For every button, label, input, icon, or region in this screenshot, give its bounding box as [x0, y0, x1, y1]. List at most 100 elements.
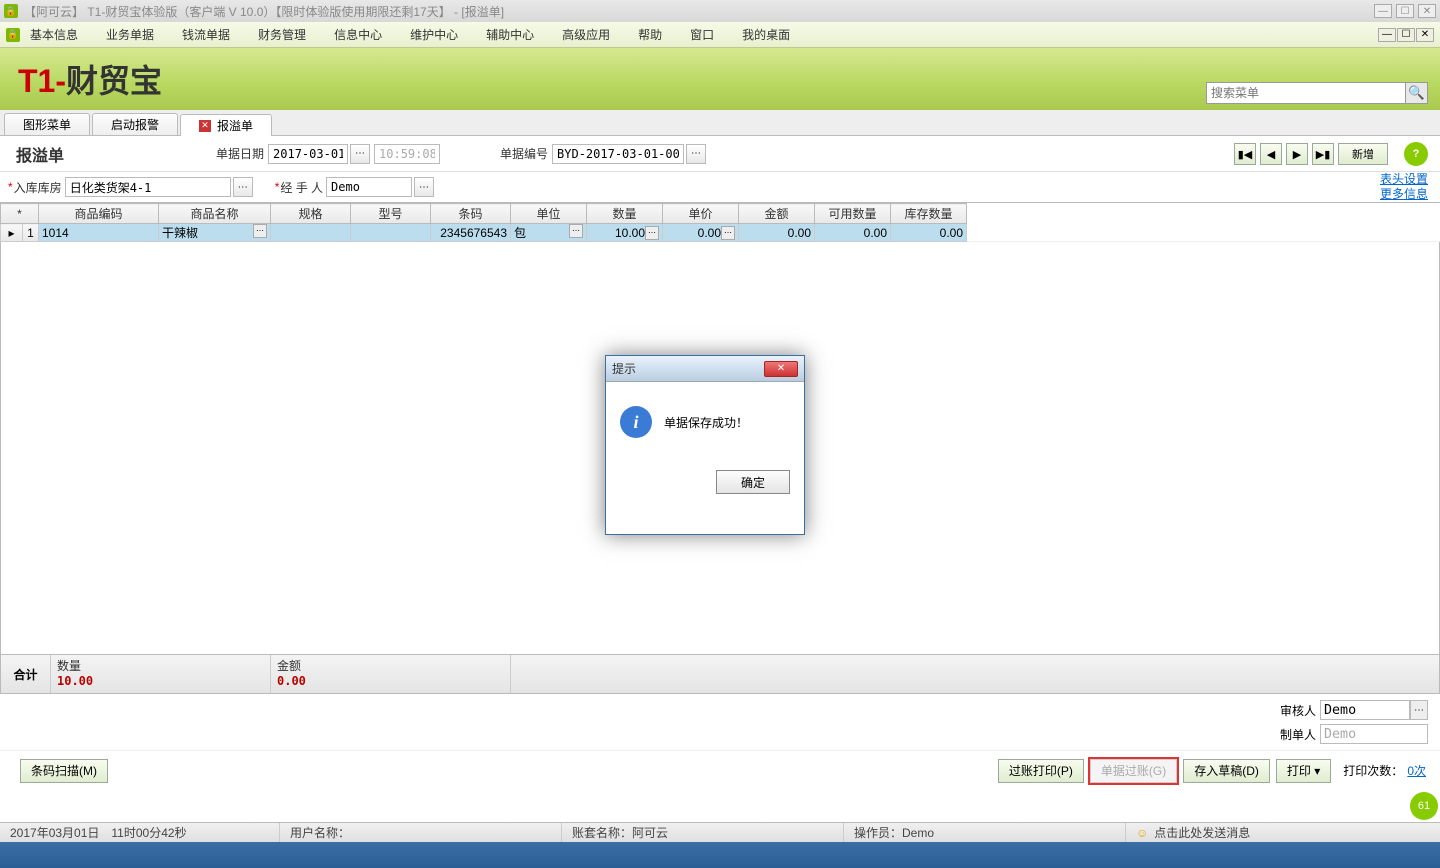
menu-desktop[interactable]: 我的桌面	[742, 26, 790, 43]
time-field[interactable]	[374, 144, 440, 164]
cell-unit[interactable]: 包⋯	[511, 224, 587, 242]
col-code[interactable]: 商品编码	[39, 204, 159, 224]
menu-assist[interactable]: 辅助中心	[486, 26, 534, 43]
status-account: 账套名称：阿可云	[562, 823, 844, 842]
warehouse-field[interactable]	[65, 177, 231, 197]
maker-label: 制单人	[1270, 726, 1316, 743]
cell-name[interactable]: 干辣椒⋯	[159, 224, 271, 242]
print-count-link[interactable]: 0次	[1407, 762, 1426, 779]
docno-field[interactable]	[552, 144, 684, 164]
status-message[interactable]: 点击此处发送消息	[1126, 823, 1440, 842]
menu-advanced[interactable]: 高级应用	[562, 26, 610, 43]
cell-qty[interactable]: 10.00⋯	[587, 224, 663, 242]
post-button[interactable]: 单据过账(G)	[1090, 759, 1177, 783]
docno-lookup-button[interactable]: ⋯	[686, 144, 706, 164]
col-avail[interactable]: 可用数量	[815, 204, 891, 224]
lock-icon: 🔒	[4, 4, 18, 18]
menu-info[interactable]: 信息中心	[334, 26, 382, 43]
reviewer-field[interactable]	[1320, 700, 1410, 720]
menu-finance[interactable]: 财务管理	[258, 26, 306, 43]
ellipsis-icon[interactable]: ⋯	[645, 226, 659, 240]
cell-price[interactable]: 0.00⋯	[663, 224, 739, 242]
col-amount[interactable]: 金额	[739, 204, 815, 224]
col-stock[interactable]: 库存数量	[891, 204, 967, 224]
save-draft-button[interactable]: 存入草稿(D)	[1183, 759, 1270, 783]
col-spec[interactable]: 规格	[271, 204, 351, 224]
table-row[interactable]: ▸ 1 1014 干辣椒⋯ 2345676543 包⋯ 10.00⋯ 0.00⋯…	[1, 224, 1440, 242]
new-button[interactable]: 新增	[1338, 143, 1388, 165]
cell-model[interactable]	[351, 224, 431, 242]
dialog-message: 单据保存成功！	[664, 414, 748, 431]
menu-window[interactable]: 窗口	[690, 26, 714, 43]
statusbar: 2017年03月01日 11时00分42秒 用户名称： 账套名称：阿可云 操作员…	[0, 822, 1440, 842]
prev-button[interactable]: ◀	[1260, 143, 1282, 165]
print-button[interactable]: 打印 ▾	[1276, 759, 1331, 783]
row-handle[interactable]: ▸	[1, 224, 23, 242]
col-star[interactable]: *	[1, 204, 39, 224]
warehouse-lookup-button[interactable]: ⋯	[233, 177, 253, 197]
close-icon[interactable]: ✕	[199, 120, 211, 132]
ellipsis-icon[interactable]: ⋯	[569, 224, 583, 238]
cell-code[interactable]: 1014	[39, 224, 159, 242]
cell-amount[interactable]: 0.00	[739, 224, 815, 242]
mdi-controls: — ☐ ✕	[1378, 28, 1434, 42]
close-button[interactable]: ✕	[1418, 4, 1436, 18]
window-titlebar: 🔒 【阿可云】 T1-财贸宝体验版（客户端 V 10.0）【限时体验版使用期限还…	[0, 0, 1440, 22]
col-name[interactable]: 商品名称	[159, 204, 271, 224]
cell-avail[interactable]: 0.00	[815, 224, 891, 242]
docno-label: 单据编号	[500, 145, 548, 162]
mdi-minimize[interactable]: —	[1378, 28, 1396, 42]
notification-badge[interactable]: 61	[1410, 792, 1438, 820]
more-info-link[interactable]: 更多信息	[1380, 187, 1428, 202]
menu-help[interactable]: 帮助	[638, 26, 662, 43]
tabstrip: 图形菜单 启动报警 ✕报溢单	[0, 110, 1440, 136]
info-icon: i	[620, 406, 652, 438]
minimize-button[interactable]: —	[1374, 4, 1392, 18]
cell-barcode[interactable]: 2345676543	[431, 224, 511, 242]
mdi-close[interactable]: ✕	[1416, 28, 1434, 42]
search-button[interactable]: 🔍	[1406, 82, 1428, 104]
menu-basic[interactable]: 基本信息	[30, 26, 78, 43]
cell-stock[interactable]: 0.00	[891, 224, 967, 242]
col-model[interactable]: 型号	[351, 204, 431, 224]
totals-qty: 数量 10.00	[51, 655, 271, 693]
banner: T1-财贸宝 🔍	[0, 48, 1440, 110]
date-picker-button[interactable]: ⋯	[350, 144, 370, 164]
reviewer-lookup-button[interactable]: ⋯	[1410, 700, 1428, 720]
col-barcode[interactable]: 条码	[431, 204, 511, 224]
first-button[interactable]: ▮◀	[1234, 143, 1256, 165]
help-button[interactable]: ?	[1404, 142, 1428, 166]
cell-spec[interactable]	[271, 224, 351, 242]
menubar: 🔒 基本信息 业务单据 钱流单据 财务管理 信息中心 维护中心 辅助中心 高级应…	[0, 22, 1440, 48]
menu-maintain[interactable]: 维护中心	[410, 26, 458, 43]
handler-lookup-button[interactable]: ⋯	[414, 177, 434, 197]
col-unit[interactable]: 单位	[511, 204, 587, 224]
tab-graphic-menu[interactable]: 图形菜单	[4, 113, 90, 135]
ok-button[interactable]: 确定	[716, 470, 790, 494]
warehouse-label: 入库库房	[14, 179, 62, 196]
menu-business[interactable]: 业务单据	[106, 26, 154, 43]
mdi-restore[interactable]: ☐	[1397, 28, 1415, 42]
totals-amount: 金额 0.00	[271, 655, 511, 693]
last-button[interactable]: ▶▮	[1312, 143, 1334, 165]
menu-cashflow[interactable]: 钱流单据	[182, 26, 230, 43]
reviewer-label: 审核人	[1270, 702, 1316, 719]
maximize-button[interactable]: ☐	[1396, 4, 1414, 18]
handler-field[interactable]	[326, 177, 412, 197]
print-count-label: 打印次数：	[1343, 762, 1403, 779]
logo: T1-财贸宝	[18, 56, 162, 102]
post-print-button[interactable]: 过账打印(P)	[998, 759, 1084, 783]
col-price[interactable]: 单价	[663, 204, 739, 224]
col-qty[interactable]: 数量	[587, 204, 663, 224]
tab-alert[interactable]: 启动报警	[92, 113, 178, 135]
barcode-scan-button[interactable]: 条码扫描(M)	[20, 759, 108, 783]
ellipsis-icon[interactable]: ⋯	[721, 226, 735, 240]
search-input[interactable]	[1206, 82, 1406, 104]
date-field[interactable]	[268, 144, 348, 164]
dialog-close-button[interactable]: ✕	[764, 361, 798, 377]
ellipsis-icon[interactable]: ⋯	[253, 224, 267, 238]
next-button[interactable]: ▶	[1286, 143, 1308, 165]
header-settings-link[interactable]: 表头设置	[1380, 172, 1428, 187]
taskbar	[0, 842, 1440, 868]
tab-overflow-doc[interactable]: ✕报溢单	[180, 114, 272, 136]
